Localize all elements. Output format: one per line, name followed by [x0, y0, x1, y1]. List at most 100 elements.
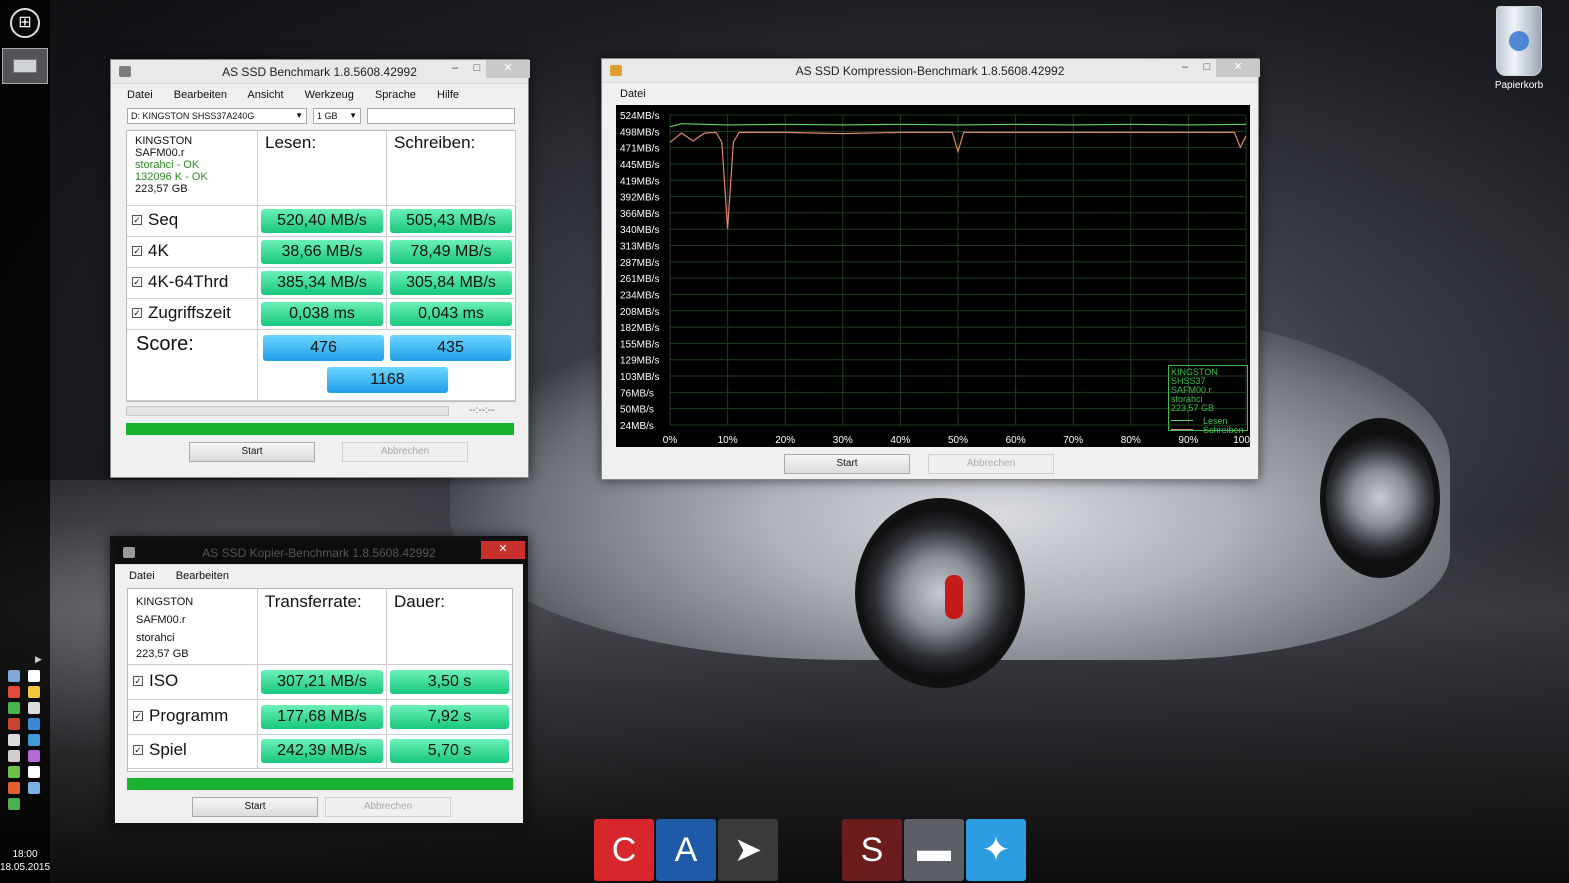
- bench-row-label-cell: ✓ Seq: [127, 206, 258, 237]
- tray-app-icon[interactable]: [28, 750, 40, 762]
- menu-ansicht[interactable]: Ansicht: [247, 89, 283, 101]
- x-tick-label: 80%: [1121, 435, 1141, 446]
- menu-bearbeiten[interactable]: Bearbeiten: [176, 570, 229, 582]
- rate-column-label: Transferrate:: [265, 592, 362, 611]
- minimize-button[interactable]: –: [444, 60, 466, 78]
- copy-titlebar[interactable]: AS SSD Kopier-Benchmark 1.8.5608.42992 ✕: [115, 541, 525, 565]
- tray-app-icon[interactable]: [8, 750, 20, 762]
- tray-app-icon[interactable]: [8, 782, 20, 794]
- start-button[interactable]: Start: [192, 797, 318, 817]
- y-tick-label: 103MB/s: [620, 372, 659, 383]
- tray-app-icon[interactable]: [28, 702, 40, 714]
- tray-app-icon[interactable]: [8, 734, 20, 746]
- tray-app-icon[interactable]: [28, 766, 40, 778]
- bench-row-label-cell: ✓ Zugriffszeit: [127, 299, 258, 330]
- close-button[interactable]: ✕: [486, 60, 530, 78]
- menu-datei[interactable]: Datei: [127, 89, 153, 101]
- score-total: 1168: [327, 367, 448, 393]
- bench-row-label-cell: ✓ 4K: [127, 237, 258, 268]
- minimize-button[interactable]: –: [1174, 59, 1196, 77]
- abort-button[interactable]: Abbrechen: [928, 454, 1054, 474]
- bench-row-checkbox[interactable]: ✓: [132, 246, 142, 256]
- x-tick-label: 70%: [1063, 435, 1083, 446]
- tray-app-icon[interactable]: [28, 718, 40, 730]
- drive-filter-input[interactable]: [367, 108, 515, 124]
- copy-row-rate-value: 177,68 MB/s: [261, 705, 383, 729]
- abort-button[interactable]: Abbrechen: [325, 797, 451, 817]
- chevron-down-icon: ▼: [349, 111, 357, 120]
- tray-app-icon[interactable]: [8, 686, 20, 698]
- tray-app-icon[interactable]: [8, 670, 20, 682]
- copy-row-checkbox[interactable]: ✓: [133, 711, 143, 721]
- close-button[interactable]: ✕: [481, 541, 525, 559]
- tray-expand-icon[interactable]: ▶: [35, 654, 42, 665]
- bench-row-label: Zugriffszeit: [148, 303, 231, 322]
- tray-app-icon[interactable]: [28, 782, 40, 794]
- tray-app-icon[interactable]: [28, 686, 40, 698]
- start-button[interactable]: ⊞: [10, 8, 40, 38]
- write-column-header: Schreiben:: [387, 131, 516, 206]
- recycle-bin[interactable]: Papierkorb: [1486, 6, 1552, 91]
- copy-drive-info: KINGSTON SAFM00.r storahci 223,57 GB: [128, 589, 258, 665]
- menu-datei[interactable]: Datei: [620, 88, 646, 100]
- bench-row-checkbox[interactable]: ✓: [132, 308, 142, 318]
- score-label: Score:: [136, 333, 194, 355]
- start-button[interactable]: Start: [189, 442, 315, 462]
- tray-app-icon[interactable]: [28, 670, 40, 682]
- benchmark-titlebar[interactable]: AS SSD Benchmark 1.8.5608.42992 – □ ✕: [111, 60, 530, 84]
- taskbar-as-ssd-button[interactable]: [2, 48, 48, 84]
- app-a-icon[interactable]: A: [656, 819, 716, 881]
- wallpaper-caliper: [945, 575, 963, 619]
- menu-datei[interactable]: Datei: [129, 570, 155, 582]
- bench-row-checkbox[interactable]: ✓: [132, 277, 142, 287]
- drive-select[interactable]: D: KINGSTON SHSS37A240G ▼: [127, 108, 307, 124]
- compression-chart: 524MB/s 498MB/s 471MB/s 445MB/s 419MB/s 392MB…: [616, 105, 1250, 447]
- drive-select-value: D: KINGSTON SHSS37A240G: [131, 111, 255, 121]
- clock-date: 18.05.2015: [0, 862, 51, 873]
- close-button[interactable]: ✕: [1216, 59, 1260, 77]
- tray-app-icon[interactable]: [8, 702, 20, 714]
- read-column-label: Lesen:: [265, 133, 317, 152]
- colorful-app-icon[interactable]: ✦: [966, 819, 1026, 881]
- chevron-down-icon: ▼: [295, 111, 303, 120]
- drive-info: KINGSTON SAFM00.r storahci - OK 132096 K…: [127, 131, 258, 206]
- maximize-button[interactable]: □: [466, 60, 488, 78]
- copy-row-label: Programm: [149, 706, 229, 725]
- arrow-app-icon[interactable]: ➤: [718, 819, 778, 881]
- clock[interactable]: 18:00 18.05.2015: [0, 848, 50, 874]
- compression-chart-plot: 524MB/s 498MB/s 471MB/s 445MB/s 419MB/s 392MB…: [620, 111, 1250, 446]
- menu-hilfe[interactable]: Hilfe: [437, 89, 459, 101]
- menu-bearbeiten[interactable]: Bearbeiten: [174, 89, 227, 101]
- tray-app-icon[interactable]: [8, 798, 20, 810]
- maximize-button[interactable]: □: [1196, 59, 1218, 77]
- legend-drive: KINGSTON SHSS37: [1171, 367, 1218, 386]
- drive-tool-icon[interactable]: ▬: [904, 819, 964, 881]
- drive-model: KINGSTON: [135, 135, 193, 147]
- read-column-header: Lesen:: [258, 131, 387, 206]
- legend-capacity: 223,57 GB: [1171, 403, 1215, 413]
- y-tick-label: 471MB/s: [620, 144, 659, 155]
- ccleaner-icon[interactable]: C: [594, 819, 654, 881]
- taskbar: ⊞ ▶ 18:00 18.05.2015: [0, 0, 50, 883]
- copy-row-checkbox[interactable]: ✓: [133, 745, 143, 755]
- write-column-label: Schreiben:: [394, 133, 476, 152]
- bench-row-label: Seq: [148, 210, 179, 229]
- legend-write-label: Schreiben: [1203, 425, 1244, 435]
- menu-werkzeug[interactable]: Werkzeug: [305, 89, 354, 101]
- tray-app-icon[interactable]: [8, 766, 20, 778]
- tray-app-icon[interactable]: [8, 718, 20, 730]
- sram-icon[interactable]: S: [842, 819, 902, 881]
- wallpaper-rear-wheel: [1320, 418, 1440, 578]
- copy-row-label: Spiel: [149, 740, 187, 759]
- bench-row-write-value: 0,043 ms: [390, 302, 512, 326]
- bench-row-checkbox[interactable]: ✓: [132, 215, 142, 225]
- copy-row-checkbox[interactable]: ✓: [133, 676, 143, 686]
- compression-titlebar[interactable]: AS SSD Kompression-Benchmark 1.8.5608.42…: [602, 59, 1260, 83]
- size-select[interactable]: 1 GB ▼: [313, 108, 361, 124]
- bench-row-read-value: 0,038 ms: [261, 302, 383, 326]
- abort-button[interactable]: Abbrechen: [342, 442, 468, 462]
- menu-sprache[interactable]: Sprache: [375, 89, 416, 101]
- tray-app-icon[interactable]: [28, 734, 40, 746]
- start-button[interactable]: Start: [784, 454, 910, 474]
- x-tick-label: 90%: [1178, 435, 1198, 446]
